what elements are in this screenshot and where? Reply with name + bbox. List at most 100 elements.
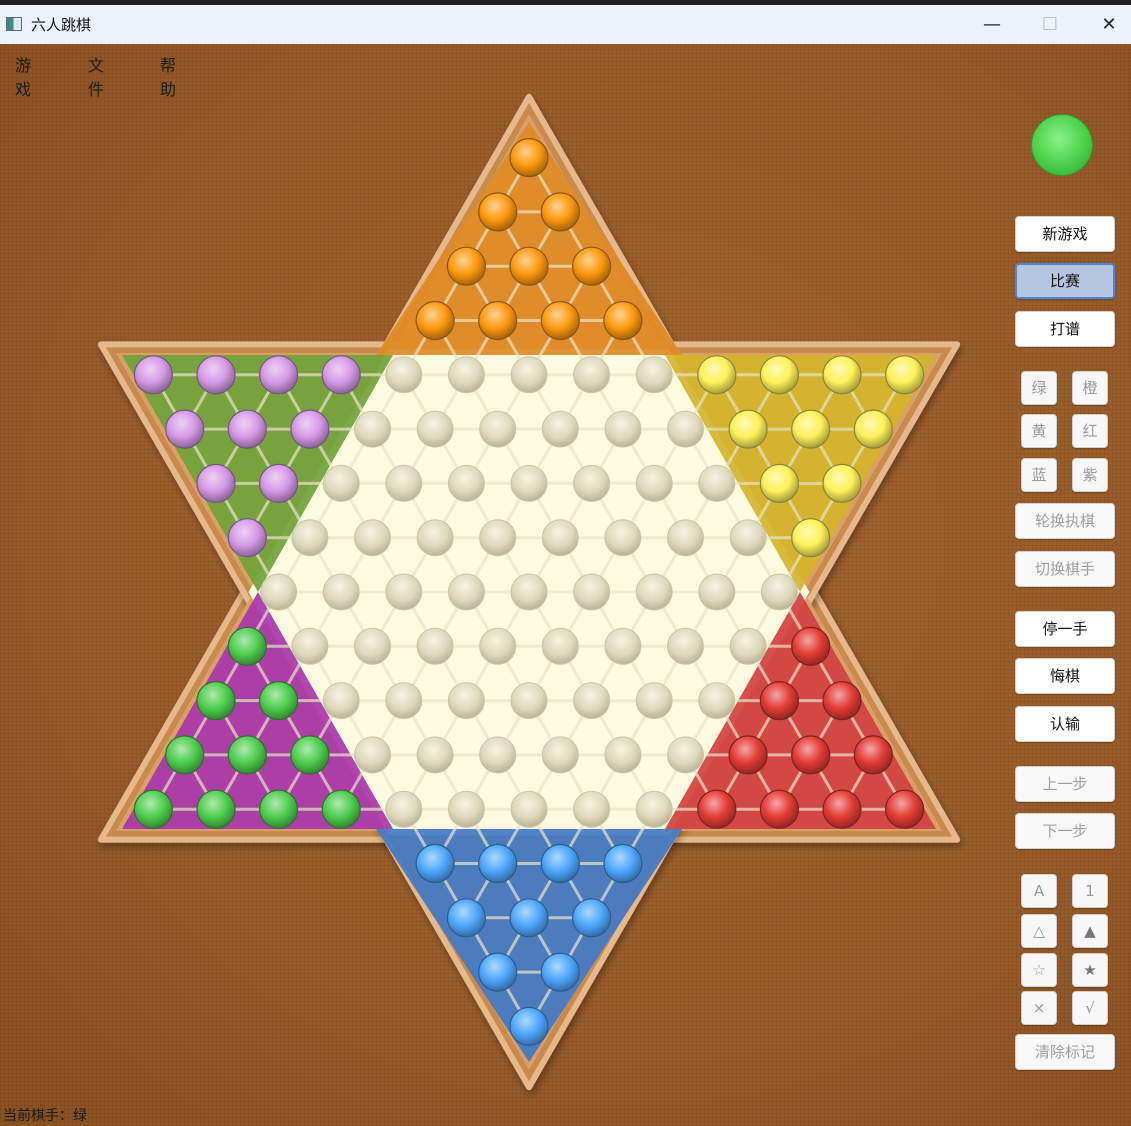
board-hole[interactable]	[573, 790, 611, 828]
board-hole[interactable]	[698, 573, 736, 611]
mark-triangle-outline-button[interactable]: △	[1021, 914, 1057, 948]
mark-star-outline-button[interactable]: ☆	[1021, 953, 1057, 987]
mark-cross-button[interactable]: ×	[1021, 991, 1057, 1025]
marble-green[interactable]	[259, 680, 299, 721]
board-hole[interactable]	[510, 790, 548, 828]
board-hole[interactable]	[635, 790, 673, 828]
color-red-button[interactable]: 红	[1072, 414, 1108, 448]
marble-yellow[interactable]	[728, 409, 768, 449]
board-hole[interactable]	[447, 790, 485, 828]
mark-star-filled-button[interactable]: ★	[1072, 953, 1108, 987]
marble-purple[interactable]	[165, 409, 205, 449]
marble-blue[interactable]	[478, 952, 518, 992]
board-hole[interactable]	[416, 736, 454, 774]
board-hole[interactable]	[354, 627, 391, 665]
board-hole[interactable]	[573, 356, 611, 394]
board-hole[interactable]	[604, 736, 642, 774]
board-hole[interactable]	[510, 573, 548, 611]
marble-green[interactable]	[321, 789, 361, 829]
marble-orange[interactable]	[509, 246, 549, 286]
marble-yellow[interactable]	[791, 409, 831, 449]
board-hole[interactable]	[635, 464, 673, 502]
board-hole[interactable]	[604, 519, 642, 557]
marble-purple[interactable]	[227, 518, 267, 558]
marble-yellow[interactable]	[822, 463, 862, 503]
marble-blue[interactable]	[415, 843, 455, 884]
marble-red[interactable]	[884, 789, 925, 829]
marble-green[interactable]	[227, 735, 267, 775]
marble-purple[interactable]	[133, 355, 173, 395]
marble-purple[interactable]	[196, 463, 236, 503]
marble-yellow[interactable]	[759, 463, 800, 503]
board-hole[interactable]	[385, 356, 423, 394]
color-blue-button[interactable]: 蓝	[1021, 458, 1057, 492]
board-hole[interactable]	[510, 682, 548, 720]
board-hole[interactable]	[541, 736, 579, 774]
board-hole[interactable]	[479, 627, 517, 665]
record-button[interactable]: 打谱	[1015, 311, 1115, 347]
board-hole[interactable]	[541, 519, 579, 557]
board-hole[interactable]	[729, 627, 767, 665]
board-hole[interactable]	[322, 573, 360, 611]
marble-yellow[interactable]	[697, 355, 737, 395]
marble-orange[interactable]	[540, 192, 580, 232]
board-hole[interactable]	[354, 736, 391, 774]
mark-check-button[interactable]: √	[1072, 991, 1108, 1025]
board-hole[interactable]	[635, 682, 673, 720]
marble-green[interactable]	[165, 735, 205, 775]
marble-orange[interactable]	[603, 300, 643, 341]
board-hole[interactable]	[385, 682, 423, 720]
board-hole[interactable]	[573, 682, 611, 720]
rotate-players-button[interactable]: 轮换执棋	[1015, 503, 1115, 539]
board-hole[interactable]	[479, 410, 517, 448]
marble-yellow[interactable]	[822, 355, 862, 395]
switch-player-button[interactable]: 切换棋手	[1015, 551, 1115, 587]
marble-red[interactable]	[822, 680, 862, 721]
board-hole[interactable]	[322, 464, 360, 502]
board-hole[interactable]	[573, 464, 611, 502]
board-hole[interactable]	[322, 682, 360, 720]
marble-blue[interactable]	[478, 843, 518, 884]
marble-yellow[interactable]	[759, 355, 800, 395]
board-hole[interactable]	[698, 682, 736, 720]
marble-purple[interactable]	[196, 355, 236, 395]
marble-orange[interactable]	[446, 246, 486, 286]
color-purple-button[interactable]: 紫	[1072, 458, 1108, 492]
board-hole[interactable]	[510, 464, 548, 502]
marble-red[interactable]	[759, 789, 800, 829]
next-step-button[interactable]: 下一步	[1015, 813, 1115, 849]
marble-blue[interactable]	[603, 843, 643, 884]
match-button[interactable]: 比赛	[1015, 263, 1115, 299]
board-hole[interactable]	[354, 519, 391, 557]
board-hole[interactable]	[573, 573, 611, 611]
marble-blue[interactable]	[446, 898, 486, 938]
marble-purple[interactable]	[321, 355, 361, 395]
mark-letter-button[interactable]: A	[1021, 874, 1057, 908]
board-hole[interactable]	[729, 519, 767, 557]
board-hole[interactable]	[760, 573, 798, 611]
board-hole[interactable]	[385, 573, 423, 611]
board-hole[interactable]	[698, 464, 736, 502]
new-game-button[interactable]: 新游戏	[1015, 216, 1115, 252]
marble-purple[interactable]	[227, 409, 267, 449]
board-hole[interactable]	[635, 356, 673, 394]
board-hole[interactable]	[291, 519, 329, 557]
board-hole[interactable]	[447, 356, 485, 394]
board-hole[interactable]	[667, 627, 704, 665]
mark-triangle-filled-button[interactable]: ▲	[1072, 914, 1108, 948]
marble-red[interactable]	[791, 626, 831, 666]
board-hole[interactable]	[667, 736, 704, 774]
marble-blue[interactable]	[509, 1006, 549, 1047]
marble-blue[interactable]	[571, 898, 612, 938]
marble-purple[interactable]	[259, 463, 299, 503]
marble-orange[interactable]	[540, 300, 580, 341]
marble-red[interactable]	[728, 735, 768, 775]
board-hole[interactable]	[604, 410, 642, 448]
marble-orange[interactable]	[571, 246, 612, 286]
marble-purple[interactable]	[290, 409, 330, 449]
marble-green[interactable]	[133, 789, 173, 829]
marble-green[interactable]	[259, 789, 299, 829]
marble-green[interactable]	[196, 789, 236, 829]
marble-yellow[interactable]	[853, 409, 893, 449]
marble-red[interactable]	[822, 789, 862, 829]
